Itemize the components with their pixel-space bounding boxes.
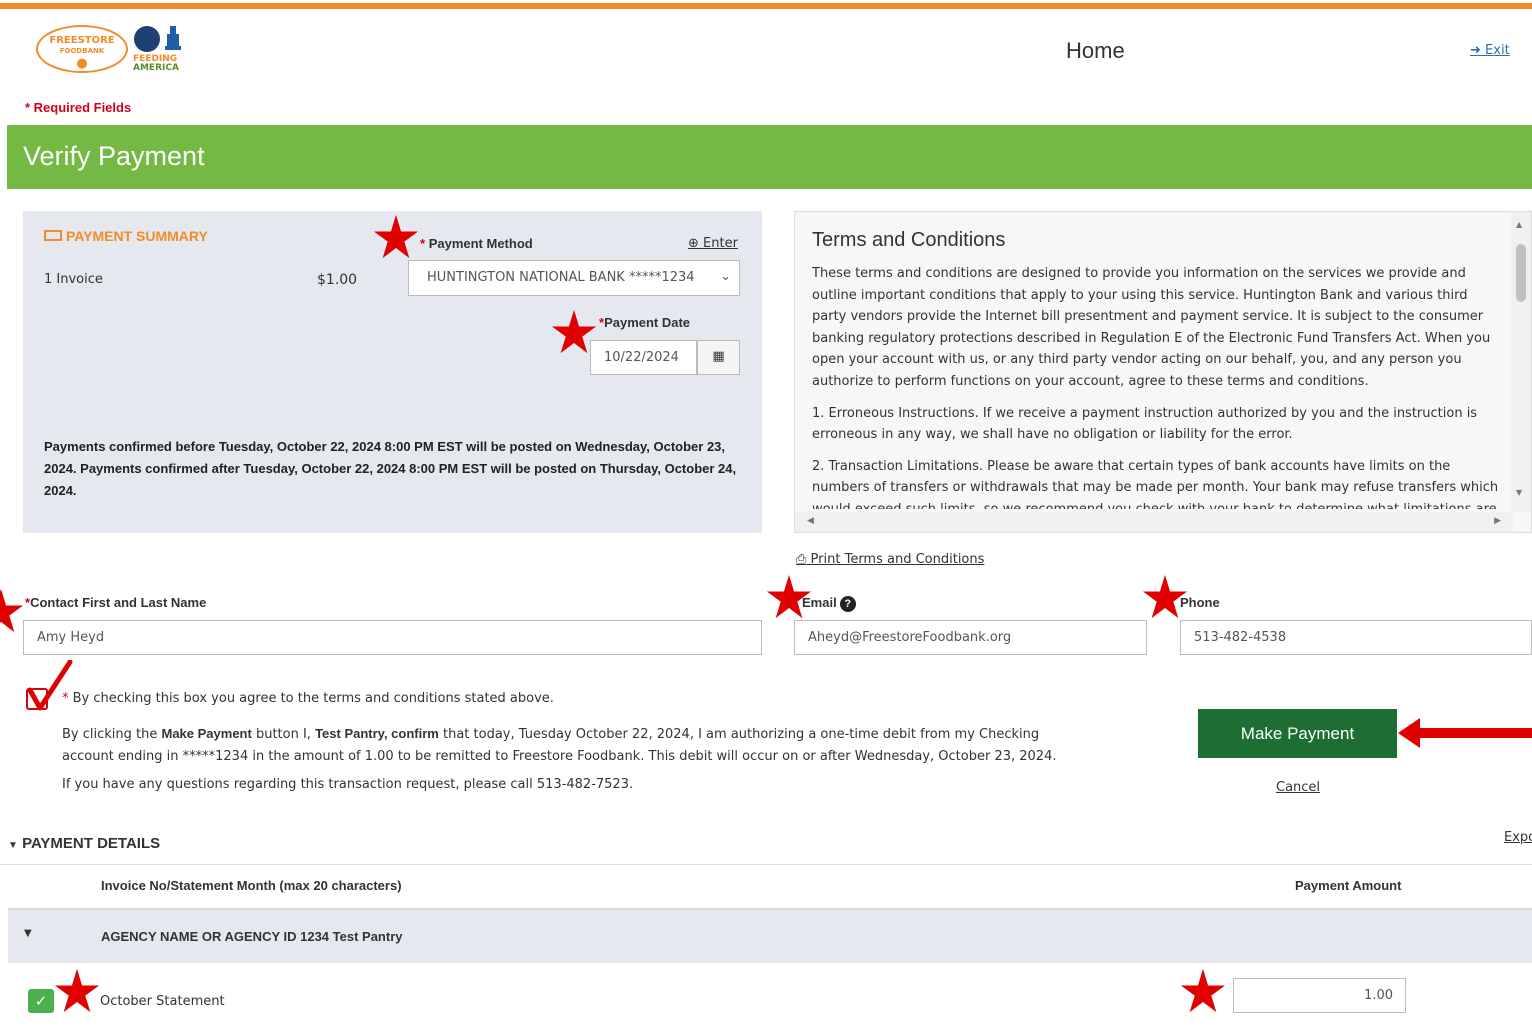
logo-main-text: FREESTORE (49, 35, 115, 46)
scroll-right-icon[interactable]: ▶ (1494, 516, 1501, 526)
terms-paragraph: 2. Transaction Limitations. Please be aw… (812, 458, 1499, 509)
payment-method-label: * Payment Method (420, 236, 533, 251)
required-fields-note: * Required Fields (25, 100, 132, 115)
export-link[interactable]: Expo (1504, 830, 1532, 845)
caret-down-icon[interactable]: ▼ (24, 928, 32, 939)
email-input[interactable]: Aheyd@FreestoreFoodbank.org (794, 620, 1147, 655)
freestore-logo[interactable]: FREESTORE FOODBANK ● (36, 25, 128, 73)
printer-icon: ⎙ (796, 552, 807, 567)
terms-panel[interactable]: Terms and Conditions These terms and con… (794, 211, 1532, 533)
column-header-amount: Payment Amount (1295, 878, 1402, 893)
terms-paragraph: 1. Erroneous Instructions. If we receive… (812, 405, 1478, 443)
caret-down-icon: ▼ (8, 840, 18, 851)
star-annotation (54, 968, 100, 1013)
contact-name-label: *Contact First and Last Name (25, 595, 207, 610)
agency-group-row[interactable]: ▼ AGENCY NAME OR AGENCY ID 1234 Test Pan… (8, 908, 1532, 963)
help-icon[interactable]: ? (839, 596, 856, 612)
partner-award-icon (165, 26, 181, 50)
scroll-up-icon[interactable]: ▲ (1516, 220, 1522, 229)
chevron-down-icon: ⌄ (720, 269, 731, 284)
enter-payment-method-link[interactable]: ⊕ Enter (688, 236, 738, 251)
exit-label: Exit (1485, 43, 1510, 58)
payment-method-select[interactable]: HUNTINGTON NATIONAL BANK *****1234 ⌄ (408, 260, 740, 296)
print-terms-link[interactable]: ⎙ Print Terms and Conditions (796, 552, 984, 567)
page-title: Verify Payment (23, 141, 205, 171)
star-annotation (551, 309, 597, 354)
arrow-annotation (1398, 718, 1532, 748)
exit-icon: ➜ (1470, 43, 1481, 58)
make-payment-button[interactable]: Make Payment (1198, 709, 1397, 758)
terms-vertical-scrollbar[interactable]: ▲ ▼ (1511, 212, 1531, 512)
payment-amount-input[interactable]: 1.00 (1233, 978, 1406, 1013)
payment-method-value: HUNTINGTON NATIONAL BANK *****1234 (427, 270, 695, 285)
payment-date-input[interactable]: 10/22/2024 (590, 340, 697, 375)
star-annotation (373, 214, 419, 259)
divider (0, 864, 1532, 865)
feeding-america-logo: FEEDING AMERICA (133, 54, 179, 73)
column-header-invoice: Invoice No/Statement Month (max 20 chara… (101, 878, 402, 893)
payment-date-label: *Payment Date (599, 315, 691, 330)
terms-body: These terms and conditions are designed … (812, 263, 1500, 509)
terms-paragraph: These terms and conditions are designed … (812, 266, 1491, 389)
logo-sub-text: FOODBANK (59, 47, 105, 55)
calendar-icon[interactable]: ▦ (697, 340, 740, 375)
partner-seal-icon (134, 26, 160, 52)
star-annotation (1142, 574, 1188, 619)
star-annotation (766, 574, 812, 619)
invoice-total: $1.00 (317, 272, 358, 288)
payment-summary-heading: PAYMENT SUMMARY (44, 228, 208, 244)
star-annotation (1180, 968, 1226, 1013)
top-accent-bar (0, 3, 1532, 9)
terms-title: Terms and Conditions (812, 229, 1006, 251)
invoice-count: 1 Invoice (44, 272, 103, 287)
scroll-down-icon[interactable]: ▼ (1516, 488, 1522, 497)
authorization-text: By clicking the Make Payment button I, T… (62, 726, 1057, 764)
item-label: October Statement (100, 994, 225, 1009)
page-title-bar: Verify Payment (7, 125, 1532, 189)
tree-icon: ● (76, 56, 88, 71)
contact-info-text: If you have any questions regarding this… (62, 777, 634, 792)
plus-circle-icon: ⊕ (688, 236, 699, 251)
item-checkbox[interactable]: ✓ (28, 989, 54, 1013)
agency-name: AGENCY NAME OR AGENCY ID 1234 Test Pantr… (101, 929, 403, 944)
contact-name-input[interactable]: Amy Heyd (23, 620, 762, 655)
money-icon (44, 230, 62, 241)
scroll-thumb[interactable] (1516, 244, 1526, 302)
cancel-link[interactable]: Cancel (1276, 780, 1320, 795)
star-annotation (0, 588, 24, 633)
payment-details-toggle[interactable]: ▼ PAYMENT DETAILS (8, 835, 160, 852)
nav-home[interactable]: Home (1066, 38, 1125, 64)
terms-agreement-text: * By checking this box you agree to the … (62, 691, 554, 706)
posting-notice: Payments confirmed before Tuesday, Octob… (44, 439, 737, 498)
terms-horizontal-scrollbar[interactable]: ◀ ▶ (795, 512, 1513, 532)
scroll-left-icon[interactable]: ◀ (807, 516, 814, 526)
phone-input[interactable]: 513-482-4538 (1180, 620, 1532, 655)
exit-link[interactable]: ➜ Exit (1470, 43, 1510, 58)
